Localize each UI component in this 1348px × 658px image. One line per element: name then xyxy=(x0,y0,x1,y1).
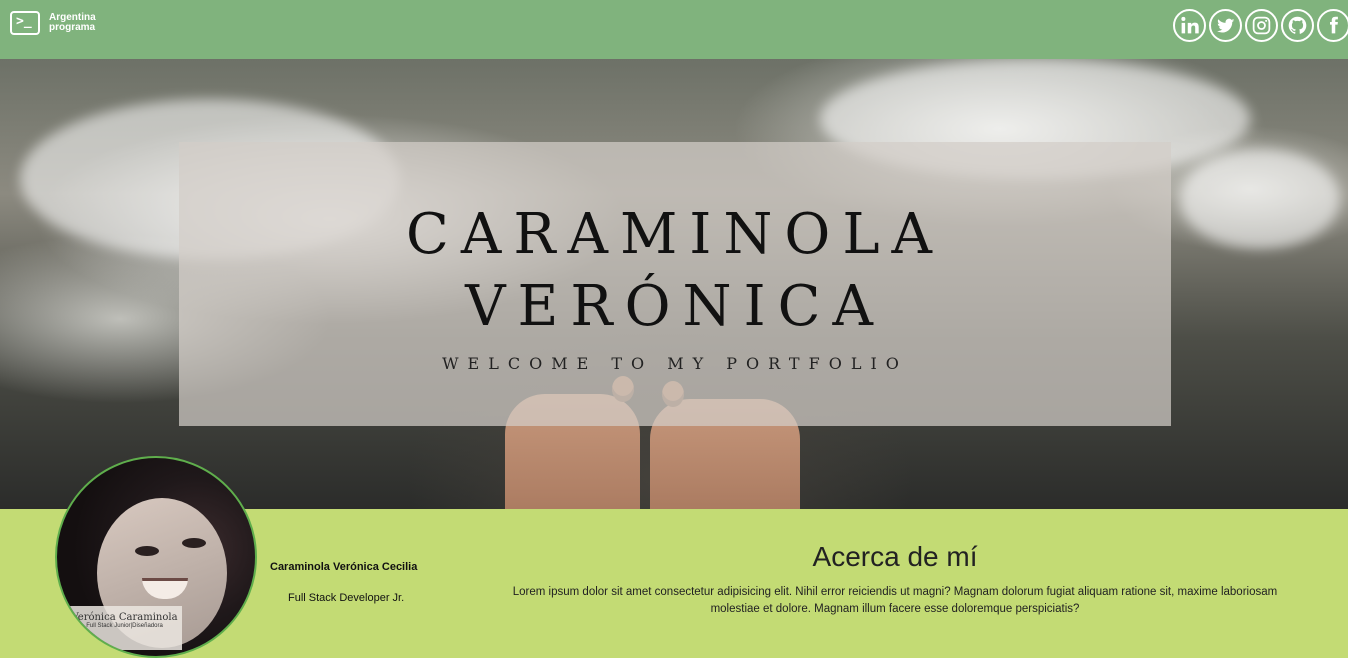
brand-text: Argentina programa xyxy=(49,12,96,33)
avatar-caption: Verónica Caraminola Full Stack Junior|Di… xyxy=(67,606,182,650)
hero-title-box: Caraminola Verónica Welcome to my portfo… xyxy=(179,142,1171,426)
github-icon[interactable] xyxy=(1281,9,1314,42)
twitter-icon[interactable] xyxy=(1209,9,1242,42)
about-text: Lorem ipsum dolor sit amet consectetur a… xyxy=(512,586,1278,615)
hero-banner: Caraminola Verónica Welcome to my portfo… xyxy=(0,59,1348,509)
social-links xyxy=(1173,9,1348,42)
profile-name: Caraminola Verónica Cecilia xyxy=(270,561,418,573)
argentina-programa-logo[interactable]: >_ Argentina programa xyxy=(10,11,96,35)
profile-avatar: Verónica Caraminola Full Stack Junior|Di… xyxy=(55,456,257,658)
hero-title-line-1: Caraminola xyxy=(406,202,944,267)
profile-role: Full Stack Developer Jr. xyxy=(288,592,405,604)
linkedin-icon[interactable] xyxy=(1173,9,1206,42)
hero-title-line-2: Verónica xyxy=(465,274,885,339)
hero-subtitle: Welcome to my portfolio xyxy=(442,354,908,373)
about-title: Acerca de mí xyxy=(812,541,978,572)
avatar-caption-role: Full Stack Junior|Diseñadora xyxy=(86,623,163,629)
avatar-caption-name: Verónica Caraminola xyxy=(71,612,178,623)
instagram-icon[interactable] xyxy=(1245,9,1278,42)
terminal-icon: >_ xyxy=(10,11,40,35)
facebook-icon[interactable] xyxy=(1317,9,1348,42)
top-navbar: >_ Argentina programa xyxy=(0,0,1348,59)
foam-decoration xyxy=(1180,149,1340,249)
avatar-eye xyxy=(182,538,206,548)
avatar-eye xyxy=(135,546,159,556)
